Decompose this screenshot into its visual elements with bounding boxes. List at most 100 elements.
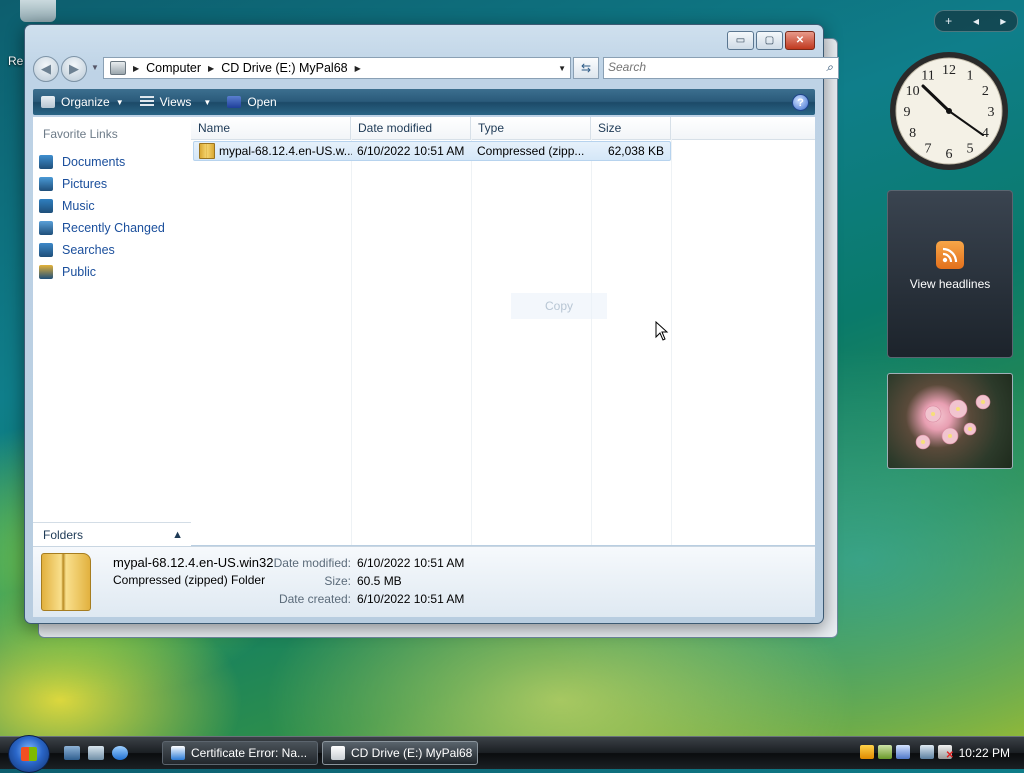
- column-divider: [671, 139, 672, 545]
- column-header-date-modified[interactable]: Date modified: [351, 117, 471, 139]
- taskbar: Certificate Error: Na... CD Drive (E:) M…: [0, 735, 1024, 773]
- breadcrumb-cd-drive[interactable]: CD Drive (E:) MyPal68: [217, 61, 351, 75]
- start-button[interactable]: [8, 735, 50, 773]
- favorite-link-public[interactable]: Public: [39, 261, 165, 283]
- column-header-name[interactable]: Name: [191, 117, 351, 139]
- forward-arrow-icon: ▶: [69, 61, 79, 76]
- sidebar-controls: + ◂ ▸: [934, 10, 1018, 32]
- next-gadget-button[interactable]: ▸: [990, 14, 1017, 28]
- breadcrumb-separator-icon[interactable]: ▶: [130, 64, 142, 73]
- clock-number: 5: [967, 141, 974, 156]
- file-name-cell: mypal-68.12.4.en-US.w...: [194, 142, 352, 160]
- clock-number: 12: [942, 63, 956, 78]
- column-header-type[interactable]: Type: [471, 117, 591, 139]
- favorite-link-music[interactable]: Music: [39, 195, 165, 217]
- favorite-link-documents[interactable]: Documents: [39, 151, 165, 173]
- clock-number: 4: [982, 126, 989, 141]
- favorite-link-label: Public: [62, 265, 97, 279]
- favorite-link-recently-changed[interactable]: Recently Changed: [39, 217, 165, 239]
- clock-number: 3: [988, 105, 995, 120]
- system-clock[interactable]: 10:22 PM: [959, 746, 1010, 760]
- view-headlines-label[interactable]: View headlines: [888, 277, 1012, 291]
- organize-label: Organize: [61, 95, 110, 109]
- details-pane: mypal-68.12.4.en-US.win32 Compressed (zi…: [33, 546, 815, 617]
- command-bar: Organize ▼ Views ▼ Open ?: [33, 89, 815, 115]
- taskbar-item-label: Certificate Error: Na...: [191, 746, 308, 760]
- recently-changed-icon: [39, 221, 53, 235]
- favorite-link-searches[interactable]: Searches: [39, 239, 165, 261]
- security-shield-icon[interactable]: [860, 745, 874, 759]
- add-gadget-button[interactable]: +: [935, 14, 962, 28]
- volume-muted-icon[interactable]: ✕: [938, 745, 954, 761]
- previous-gadget-button[interactable]: ◂: [962, 14, 989, 28]
- show-desktop-icon[interactable]: [64, 746, 80, 760]
- internet-explorer-icon[interactable]: [112, 746, 128, 760]
- breadcrumb-separator-icon[interactable]: ▶: [205, 64, 217, 73]
- details-size-key: Size:: [324, 574, 351, 588]
- refresh-icon: ⇆: [580, 61, 592, 75]
- clock-number: 9: [904, 105, 911, 120]
- windows-update-icon[interactable]: [896, 745, 910, 759]
- zip-folder-large-icon: [41, 553, 91, 611]
- favorite-links-heading: Favorite Links: [43, 127, 118, 141]
- taskbar-item-certificate-error[interactable]: Certificate Error: Na...: [162, 741, 318, 765]
- column-divider: [351, 139, 352, 545]
- documents-icon: [39, 155, 53, 169]
- search-input[interactable]: [604, 58, 808, 76]
- explorer-window: ▭ ▢ ✕ ◀ ▶ ▼ ▶ Computer ▶ CD Drive (E:) M…: [24, 24, 839, 624]
- clock-number: 1: [967, 69, 974, 84]
- music-icon: [39, 199, 53, 213]
- address-row: ◀ ▶ ▼ ▶ Computer ▶ CD Drive (E:) MyPal68…: [33, 55, 839, 82]
- open-button[interactable]: Open: [219, 89, 284, 115]
- open-icon: [227, 96, 242, 108]
- favorite-link-pictures[interactable]: Pictures: [39, 173, 165, 195]
- details-modified-key: Date modified:: [273, 556, 351, 570]
- network-tools-icon[interactable]: [878, 745, 892, 759]
- file-size: 62,038 KB: [607, 144, 664, 158]
- pictures-icon: [39, 177, 53, 191]
- search-icon[interactable]: ⌕: [826, 60, 833, 75]
- column-divider: [591, 139, 592, 545]
- clock-number: 8: [909, 126, 916, 141]
- mouse-cursor-icon: [655, 321, 669, 341]
- close-button[interactable]: ✕: [785, 31, 815, 50]
- views-icon: [139, 96, 154, 108]
- windows-logo-icon: [21, 747, 37, 761]
- address-dropdown-icon[interactable]: ▼: [558, 64, 566, 73]
- views-button[interactable]: Views ▼: [132, 89, 220, 115]
- maximize-button[interactable]: ▢: [756, 31, 783, 50]
- minimize-button[interactable]: ▭: [727, 31, 754, 50]
- recycle-bin-icon[interactable]: [20, 0, 56, 22]
- breadcrumb-separator-icon[interactable]: ▶: [352, 64, 364, 73]
- breadcrumb-computer[interactable]: Computer: [142, 61, 205, 75]
- favorite-link-label: Pictures: [62, 177, 108, 191]
- column-header-size[interactable]: Size: [591, 117, 671, 139]
- network-icon[interactable]: [920, 745, 934, 759]
- refresh-button[interactable]: ⇆: [573, 57, 599, 79]
- recent-pages-dropdown-icon[interactable]: ▼: [91, 63, 99, 72]
- file-row[interactable]: mypal-68.12.4.en-US.w... 6/10/2022 10:51…: [193, 141, 671, 161]
- back-button[interactable]: ◀: [33, 56, 59, 82]
- file-type: Compressed (zipp...: [477, 144, 585, 158]
- desktop-icon-label: Re: [8, 54, 24, 68]
- favorite-link-label: Documents: [62, 155, 126, 169]
- drag-copy-indicator: Copy: [511, 293, 607, 319]
- rss-icon: [936, 241, 964, 269]
- clock-gadget[interactable]: 12 12 3 45678 9 1011: [888, 50, 1010, 172]
- folders-toggle[interactable]: Folders ▲: [33, 522, 191, 547]
- taskbar-item-cd-drive[interactable]: CD Drive (E:) MyPal68: [322, 741, 478, 765]
- open-label: Open: [247, 95, 277, 109]
- search-box[interactable]: ⌕: [603, 57, 839, 79]
- forward-button[interactable]: ▶: [61, 56, 87, 82]
- organize-button[interactable]: Organize ▼: [33, 89, 132, 115]
- file-list-pane[interactable]: Name Date modified Type Size mypal-68.12…: [191, 117, 815, 545]
- switch-windows-icon[interactable]: [88, 746, 104, 760]
- chevron-down-icon: ▼: [115, 97, 124, 107]
- column-headers: Name Date modified Type Size: [191, 117, 815, 140]
- address-bar[interactable]: ▶ Computer ▶ CD Drive (E:) MyPal68 ▶ ▼: [103, 57, 571, 79]
- slideshow-gadget[interactable]: [887, 373, 1013, 469]
- clock-number: 7: [925, 141, 932, 156]
- favorite-link-label: Searches: [62, 243, 115, 257]
- feed-headlines-gadget[interactable]: View headlines: [887, 190, 1013, 358]
- help-button[interactable]: ?: [792, 94, 809, 111]
